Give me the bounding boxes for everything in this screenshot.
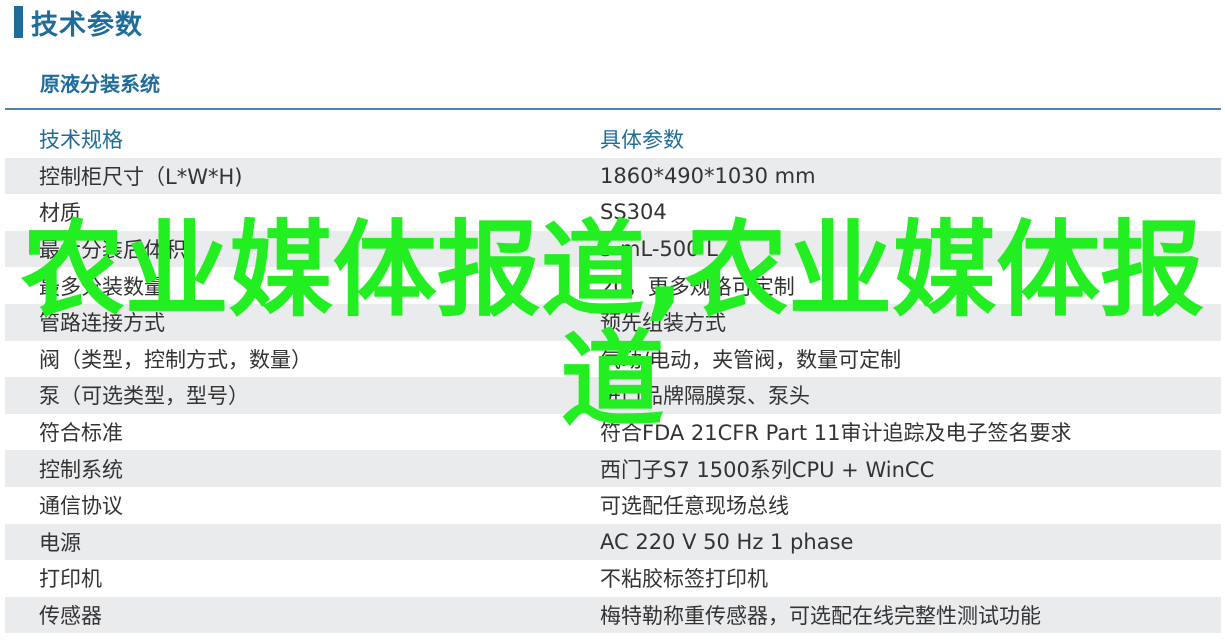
table-row: 泵（可选类型，型号） 进口品牌隔膜泵、泵头 <box>5 377 1221 414</box>
spec-key: 阀（类型，控制方式，数量） <box>39 347 312 372</box>
page-title: 技术参数 <box>14 2 143 42</box>
table-row: 符合标准 符合FDA 21CFR Part 11审计追踪及电子签名要求 <box>5 414 1221 451</box>
spec-value: 1860*490*1030 mm <box>600 163 816 188</box>
spec-value: 可选配任意现场总线 <box>600 494 789 519</box>
spec-key: 材质 <box>39 201 81 226</box>
spec-table: 技术规格 具体参数 控制柜尺寸（L*W*H) 1860*490*1030 mm … <box>5 121 1221 634</box>
spec-key: 控制柜尺寸（L*W*H) <box>39 164 243 189</box>
spec-value: 不粘胶标签打印机 <box>600 567 768 592</box>
section-divider <box>5 108 1221 110</box>
spec-value: SS304 <box>600 200 667 225</box>
table-row: 控制系统 西门子S7 1500系列CPU + WinCC <box>5 450 1221 487</box>
spec-key: 传感器 <box>39 604 102 629</box>
spec-value: 气动/电动，夹管阀，数量可定制 <box>600 347 902 372</box>
spec-key: 电源 <box>39 530 81 555</box>
table-row: 控制柜尺寸（L*W*H) 1860*490*1030 mm <box>5 157 1221 195</box>
header-value-cell: 具体参数 <box>600 128 684 153</box>
table-row: 材质 SS304 <box>5 194 1221 231</box>
table-row: 电源 AC 220 V 50 Hz 1 phase <box>5 523 1221 561</box>
section-title: 原液分装系统 <box>40 72 160 96</box>
spec-value: 预先组装方式 <box>600 311 726 336</box>
table-row: 管路连接方式 预先组装方式 <box>5 303 1221 341</box>
spec-key: 通信协议 <box>39 494 123 519</box>
spec-key: 最大分装后体积 <box>39 238 186 263</box>
table-row: 最大分装后体积 5 mL-500 L <box>5 230 1221 268</box>
table-row: 传感器 梅特勒称重传感器，可选配在线完整性测试功能 <box>5 596 1221 634</box>
spec-value: 梅特勒称重传感器，可选配在线完整性测试功能 <box>600 604 1041 629</box>
spec-key: 最多分装数量 <box>39 274 165 299</box>
table-row: 阀（类型，控制方式，数量） 气动/电动，夹管阀，数量可定制 <box>5 341 1221 378</box>
table-row: 打印机 不粘胶标签打印机 <box>5 560 1221 597</box>
spec-value: 西门子S7 1500系列CPU + WinCC <box>600 457 935 482</box>
table-header-row: 技术规格 具体参数 <box>5 121 1221 158</box>
spec-value: 进口品牌隔膜泵、泵头 <box>600 384 810 409</box>
page-title-text: 技术参数 <box>31 9 143 41</box>
spec-value: 5 mL-500 L <box>600 237 718 262</box>
table-row: 最多分装数量 20，更多规格可定制 <box>5 267 1221 304</box>
table-row: 通信协议 可选配任意现场总线 <box>5 487 1221 524</box>
spec-value: 符合FDA 21CFR Part 11审计追踪及电子签名要求 <box>600 421 1072 446</box>
spec-key: 符合标准 <box>39 421 123 446</box>
title-accent-bar <box>14 6 23 38</box>
header-key-cell: 技术规格 <box>39 128 123 153</box>
spec-key: 泵（可选类型，型号） <box>39 384 249 409</box>
spec-value: 20，更多规格可定制 <box>600 274 795 299</box>
spec-key: 控制系统 <box>39 457 123 482</box>
spec-value: AC 220 V 50 Hz 1 phase <box>600 529 854 554</box>
spec-key: 打印机 <box>39 567 102 592</box>
spec-key: 管路连接方式 <box>39 311 165 336</box>
